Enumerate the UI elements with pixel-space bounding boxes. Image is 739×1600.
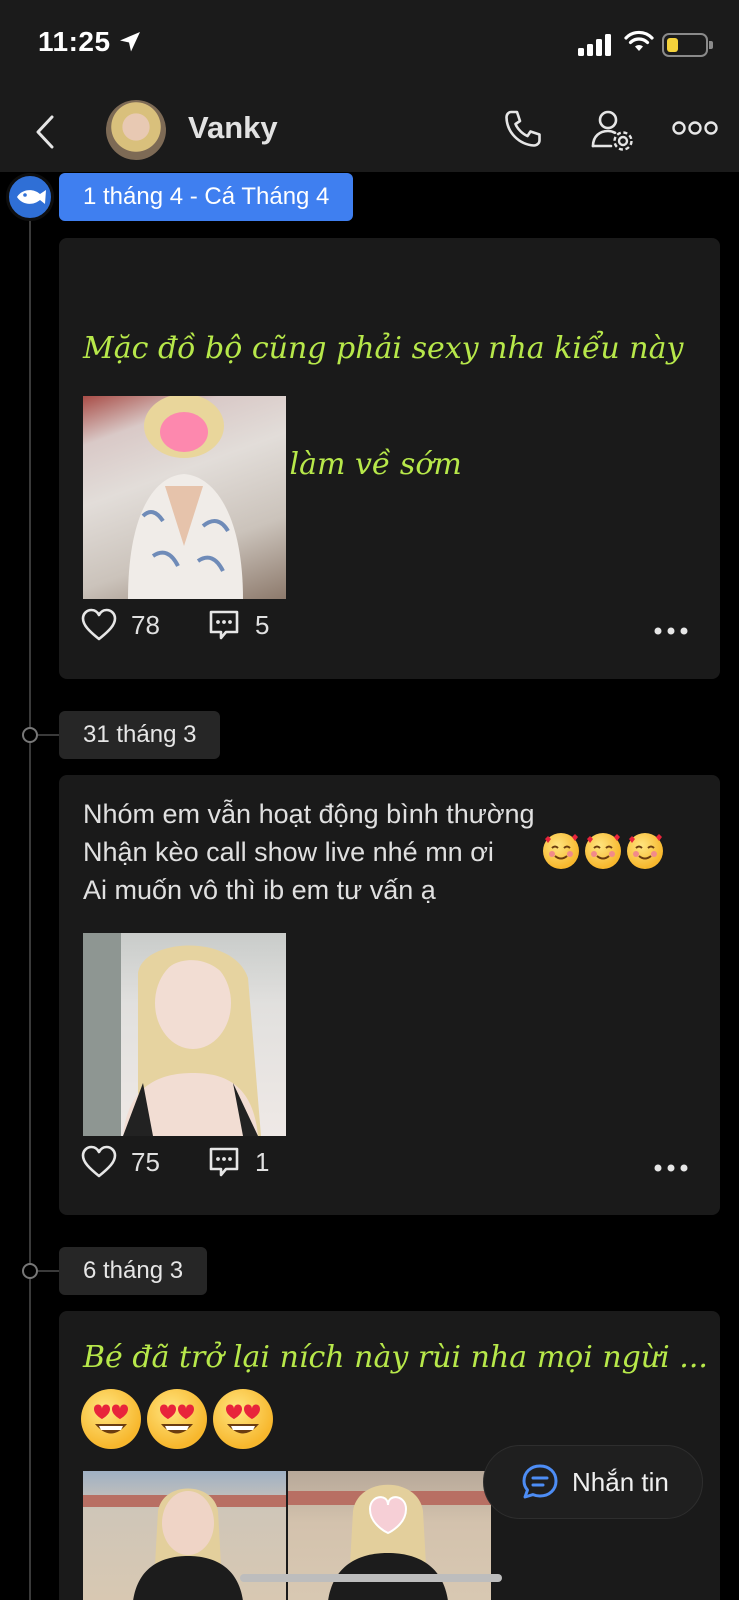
comment-icon <box>209 1147 239 1177</box>
smiling-face-hearts-emoji-icon <box>585 833 621 869</box>
post-photo[interactable] <box>83 933 286 1136</box>
date-chip: 31 tháng 3 <box>59 711 221 759</box>
post-text: Bé đã trở lại ních này rùi nha mọi ngừi … <box>83 1340 708 1375</box>
phone-icon[interactable] <box>502 108 544 150</box>
post-card[interactable]: Nhóm em vẫn hoạt động bình thường Nhận k… <box>59 775 720 1215</box>
heart-eyes-emoji-icon <box>147 1389 207 1449</box>
like-button[interactable]: 78 <box>81 608 160 642</box>
avatar[interactable] <box>106 100 166 160</box>
comment-count: 1 <box>255 1146 270 1177</box>
timeline-line <box>29 215 31 1600</box>
fish-badge-icon <box>6 173 54 221</box>
chevron-left-icon[interactable] <box>30 112 60 152</box>
user-settings-icon[interactable] <box>590 108 634 152</box>
heart-icon <box>81 608 117 641</box>
heart-icon <box>81 1145 117 1178</box>
location-arrow-icon <box>120 32 140 52</box>
contact-name[interactable]: Vanky <box>188 110 278 146</box>
timeline-connector <box>38 1270 60 1272</box>
cellular-signal-icon <box>578 32 614 56</box>
comment-count: 5 <box>255 609 270 640</box>
chat-header: Vanky <box>0 90 739 172</box>
status-time: 11:25 <box>38 26 111 57</box>
comment-icon <box>209 610 239 640</box>
heart-eyes-emoji-icon <box>213 1389 273 1449</box>
battery-level <box>667 38 678 52</box>
post-text: Nhóm em vẫn hoạt động bình thường Nhận k… <box>83 799 535 905</box>
emoji-group <box>81 1389 273 1449</box>
emoji-group <box>543 833 663 869</box>
date-chip: 6 tháng 3 <box>59 1247 208 1295</box>
chat-bubble-icon <box>522 1464 558 1499</box>
message-button-label: Nhắn tin <box>572 1466 669 1497</box>
message-button[interactable]: Nhắn tin <box>483 1445 703 1519</box>
post-text-line: Mặc đồ bộ cũng phải sexy nha kiểu này <box>83 331 684 366</box>
post-more-icon[interactable] <box>653 626 689 636</box>
more-icon[interactable] <box>672 120 718 136</box>
comment-button[interactable]: 1 <box>207 1145 269 1179</box>
heart-eyes-emoji-icon <box>81 1389 141 1449</box>
status-bar: 11:25 <box>0 0 739 90</box>
like-button[interactable]: 75 <box>81 1145 160 1179</box>
post-card[interactable]: Mặc đồ bộ cũng phải sexy nha kiểu này ch… <box>59 238 720 679</box>
battery-icon <box>662 33 713 57</box>
wifi-icon <box>624 30 654 51</box>
home-indicator[interactable] <box>240 1574 502 1582</box>
like-count: 75 <box>131 1146 160 1177</box>
like-count: 78 <box>131 609 160 640</box>
timeline-dot <box>22 727 38 743</box>
post-more-icon[interactable] <box>653 1163 689 1173</box>
smiling-face-hearts-emoji-icon <box>543 833 579 869</box>
smiling-face-hearts-emoji-icon <box>627 833 663 869</box>
post-photo[interactable] <box>83 396 286 599</box>
date-chip: 1 tháng 4 - Cá Tháng 4 <box>59 173 354 221</box>
timeline-connector <box>38 734 60 736</box>
timeline-dot <box>22 1263 38 1279</box>
comment-button[interactable]: 5 <box>207 608 269 642</box>
